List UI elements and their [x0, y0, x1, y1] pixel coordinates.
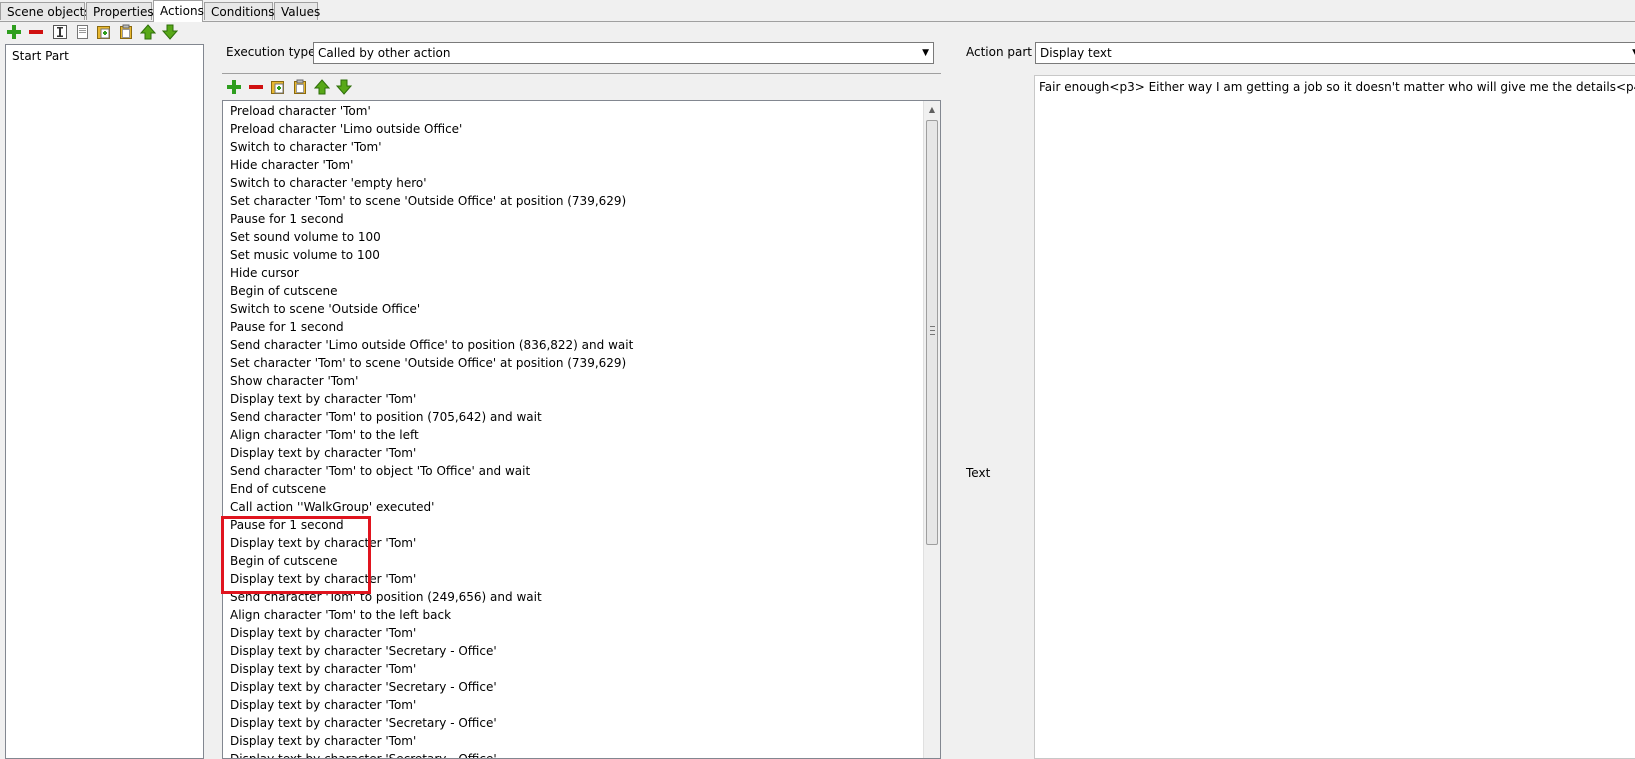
list-item[interactable]: Display text by character 'Secretary - O…	[230, 642, 497, 660]
list-item[interactable]: Display text by character 'Tom'	[230, 390, 416, 408]
list-item[interactable]: Switch to scene 'Outside Office'	[230, 300, 420, 318]
tab-properties[interactable]: Properties	[86, 2, 154, 20]
list-item[interactable]: Send character 'Tom' to object 'To Offic…	[230, 462, 530, 480]
list-item[interactable]: Hide character 'Tom'	[230, 156, 353, 174]
move-up-icon[interactable]	[140, 24, 156, 40]
list-item[interactable]: Send character 'Tom' to position (705,64…	[230, 408, 542, 426]
move-up-icon[interactable]	[314, 79, 330, 95]
list-scrollbar[interactable]: ▲	[923, 101, 940, 758]
tab-scene-objects[interactable]: Scene objects	[0, 2, 91, 20]
highlight-box	[221, 516, 371, 594]
scroll-thumb[interactable]	[926, 120, 938, 545]
list-item[interactable]: Set character 'Tom' to scene 'Outside Of…	[230, 192, 626, 210]
list-item[interactable]: Set music volume to 100	[230, 246, 380, 264]
list-item[interactable]: Switch to character 'Tom'	[230, 138, 382, 156]
list-item[interactable]: Send character 'Limo outside Office' to …	[230, 336, 633, 354]
text-label: Text	[966, 466, 991, 480]
list-item[interactable]: Display text by character 'Secretary - O…	[230, 750, 497, 758]
list-item[interactable]: Pause for 1 second	[230, 210, 344, 228]
add-icon[interactable]	[6, 24, 22, 40]
tree-item-start-part[interactable]: Start Part	[12, 49, 69, 63]
paste-icon[interactable]	[270, 79, 286, 95]
list-item[interactable]: End of cutscene	[230, 480, 326, 498]
list-item[interactable]: Show character 'Tom'	[230, 372, 358, 390]
action-part-select[interactable]: Display text ▼	[1035, 42, 1635, 64]
tab-bar: Scene objects Properties Actions Conditi…	[0, 0, 1635, 22]
list-item[interactable]: Display text by character 'Secretary - O…	[230, 714, 497, 732]
rename-icon[interactable]	[52, 24, 68, 40]
add-icon[interactable]	[226, 79, 242, 95]
text-editor[interactable]: Fair enough<p3> Either way I am getting …	[1034, 75, 1635, 759]
clipboard-icon[interactable]	[292, 79, 308, 95]
execution-type-label: Execution type	[226, 45, 316, 59]
tab-values[interactable]: Values	[274, 2, 320, 20]
list-item[interactable]: Set character 'Tom' to scene 'Outside Of…	[230, 354, 626, 372]
list-toolbar	[222, 79, 382, 97]
action-part-value: Display text	[1040, 46, 1112, 60]
list-item[interactable]: Begin of cutscene	[230, 282, 338, 300]
divider	[222, 73, 941, 74]
scroll-up-icon[interactable]: ▲	[924, 101, 940, 118]
list-item[interactable]: Preload character 'Tom'	[230, 102, 371, 120]
clipboard-icon[interactable]	[118, 24, 134, 40]
list-item[interactable]: Call action ''WalkGroup' executed'	[230, 498, 434, 516]
execution-type-select[interactable]: Called by other action ▼	[313, 42, 934, 64]
action-list[interactable]: Preload character 'Tom' Preload characte…	[222, 100, 941, 759]
list-item[interactable]: Hide cursor	[230, 264, 299, 282]
list-item[interactable]: Display text by character 'Tom'	[230, 732, 416, 750]
list-item[interactable]: Align character 'Tom' to the left back	[230, 606, 451, 624]
action-part-label: Action part	[966, 45, 1033, 59]
list-item[interactable]: Preload character 'Limo outside Office'	[230, 120, 462, 138]
list-item[interactable]: Align character 'Tom' to the left	[230, 426, 419, 444]
list-item[interactable]: Display text by character 'Tom'	[230, 696, 416, 714]
list-item[interactable]: Display text by character 'Tom'	[230, 444, 416, 462]
list-item[interactable]: Display text by character 'Secretary - O…	[230, 678, 497, 696]
text-content: Fair enough<p3> Either way I am getting …	[1039, 80, 1635, 94]
action-tree[interactable]: Start Part	[5, 44, 204, 759]
list-item[interactable]: Switch to character 'empty hero'	[230, 174, 427, 192]
list-item[interactable]: Display text by character 'Tom'	[230, 660, 416, 678]
main-toolbar	[0, 24, 200, 42]
tab-conditions[interactable]: Conditions	[204, 2, 275, 20]
list-item[interactable]: Set sound volume to 100	[230, 228, 381, 246]
remove-icon[interactable]	[28, 24, 44, 40]
move-down-icon[interactable]	[162, 24, 178, 40]
execution-type-value: Called by other action	[318, 46, 451, 60]
list-item[interactable]: Display text by character 'Tom'	[230, 624, 416, 642]
tab-actions[interactable]: Actions	[153, 0, 204, 22]
move-down-icon[interactable]	[336, 79, 352, 95]
chevron-down-icon: ▼	[922, 48, 929, 58]
list-item[interactable]: Pause for 1 second	[230, 318, 344, 336]
paste-icon[interactable]	[96, 24, 112, 40]
grip-icon	[930, 326, 935, 335]
copy-icon[interactable]	[74, 24, 90, 40]
remove-icon[interactable]	[248, 79, 264, 95]
